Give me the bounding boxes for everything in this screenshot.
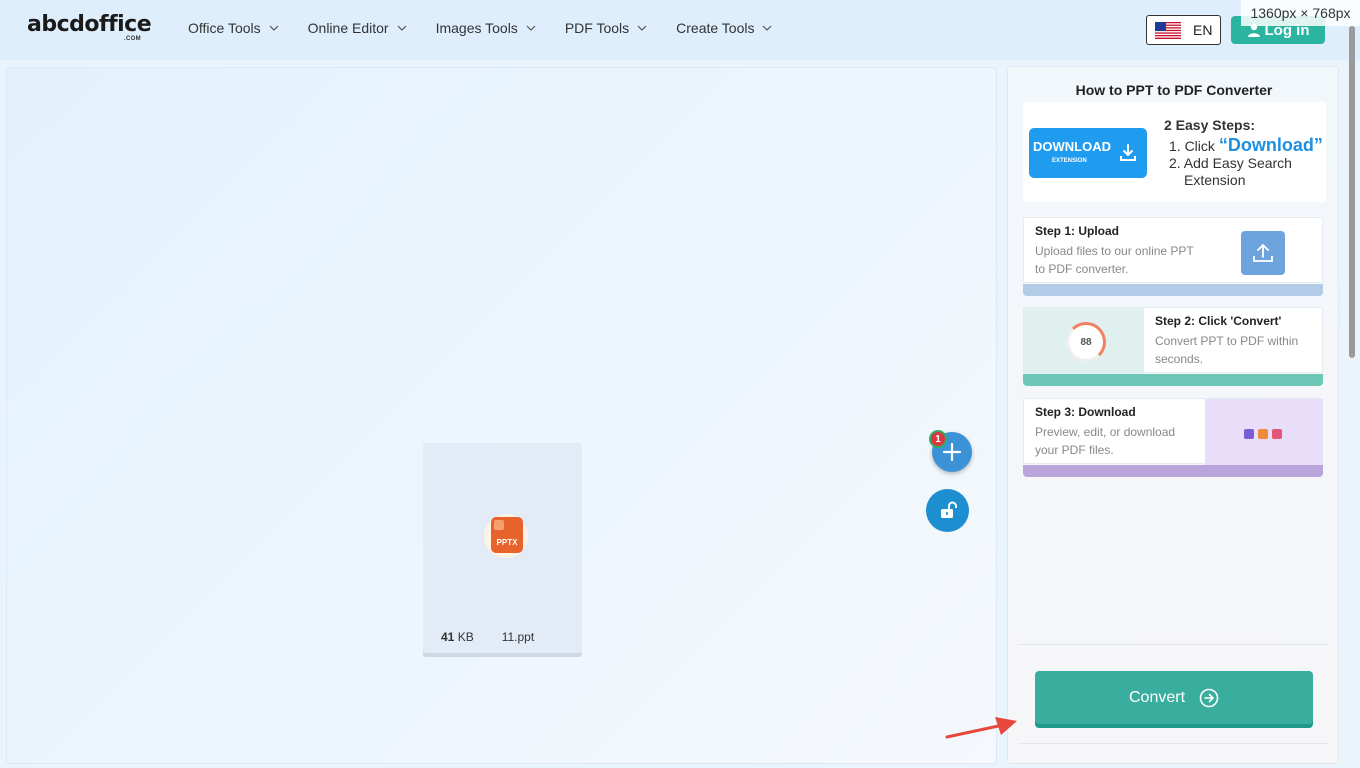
nav-label: Office Tools: [188, 20, 261, 36]
divider: [1018, 743, 1328, 744]
file-card[interactable]: PPTX 41 KB 11.ppt: [423, 443, 582, 653]
step-desc: Upload files to our online PPT to PDF co…: [1035, 244, 1194, 276]
viewport-size-readout: 1360px × 768px: [1241, 0, 1360, 26]
step-title: Step 2: Click 'Convert': [1155, 314, 1282, 328]
chevron-down-icon: [637, 25, 647, 31]
file-size: 41 KB: [441, 630, 474, 644]
chevron-down-icon: [763, 25, 772, 31]
promo-step-2-cont: Extension: [1184, 172, 1246, 188]
file-workspace: [6, 67, 997, 764]
convert-button[interactable]: Convert: [1035, 671, 1313, 724]
page-scrollbar[interactable]: [1346, 20, 1358, 768]
nav-label: Online Editor: [307, 20, 389, 36]
us-flag-icon: [1155, 21, 1181, 39]
promo-step-1: 1. Click “Download”: [1169, 135, 1323, 156]
divider: [1018, 644, 1328, 645]
file-count-badge: 1: [929, 430, 947, 448]
edit-tool-icon: [1258, 429, 1268, 439]
main-nav: Office Tools Online Editor Images Tools …: [188, 20, 801, 36]
nav-online-editor[interactable]: Online Editor: [308, 20, 407, 36]
plus-icon: [942, 442, 962, 462]
chevron-down-icon: [526, 25, 536, 31]
step-card-download: Step 3: Download Preview, edit, or downl…: [1023, 398, 1323, 483]
card-shadow: [1023, 374, 1323, 386]
password-unlock-button[interactable]: [926, 489, 969, 532]
step-title: Step 1: Upload: [1035, 224, 1120, 238]
step-title: Step 3: Download: [1035, 405, 1136, 419]
convert-label: Convert: [1128, 688, 1186, 706]
nav-pdf-tools[interactable]: PDF Tools: [565, 20, 647, 36]
step-card-convert: 88 Step 2: Click 'Convert' Convert PPT t…: [1023, 307, 1323, 392]
step-desc: Preview, edit, or download your PDF file…: [1035, 425, 1176, 457]
extension-label: EXTENSION: [1052, 158, 1087, 164]
step-card-upload: Step 1: Upload Upload files to our onlin…: [1023, 217, 1323, 302]
instructions-panel: How to PPT to PDF Converter DOWNLOAD EXT…: [1007, 66, 1339, 764]
card-shadow: [1023, 465, 1323, 477]
promo-step-1-prefix: 1. Click: [1169, 138, 1215, 154]
promo-download-word: “Download”: [1218, 135, 1323, 155]
panel-title: How to PPT to PDF Converter: [1075, 82, 1273, 98]
easy-steps-heading: 2 Easy Steps:: [1164, 117, 1256, 133]
nav-label: Create Tools: [676, 20, 755, 36]
language-code: EN: [1193, 22, 1213, 38]
nav-create-tools[interactable]: Create Tools: [676, 20, 772, 36]
text-tool-icon: [1244, 429, 1254, 439]
file-size-unit: KB: [457, 630, 474, 644]
file-size-value: 41: [441, 630, 455, 644]
scrollbar-thumb[interactable]: [1349, 26, 1355, 358]
download-label: DOWNLOAD: [1033, 139, 1111, 154]
unlock-icon: [940, 501, 957, 518]
arrow-right-circle-icon: [1199, 688, 1219, 707]
image-tool-icon: [1272, 429, 1282, 439]
progress-value: 88: [1080, 336, 1092, 348]
extension-promo: DOWNLOAD EXTENSION 2 Easy Steps: 1. Clic…: [1023, 102, 1326, 202]
progress-ring: 88: [1066, 322, 1106, 362]
convert-illustration: 88: [1024, 308, 1144, 374]
pointer-arrow-icon: [945, 717, 1017, 739]
file-meta: 41 KB 11.ppt: [441, 630, 534, 644]
chevron-down-icon: [397, 25, 407, 31]
site-logo[interactable]: abcdoffice: [27, 14, 152, 36]
nav-images-tools[interactable]: Images Tools: [436, 20, 536, 36]
chevron-down-icon: [269, 25, 279, 31]
download-extension-button[interactable]: DOWNLOAD EXTENSION: [1029, 128, 1147, 178]
nav-label: Images Tools: [435, 20, 518, 36]
card-shadow: [1023, 284, 1323, 296]
language-selector[interactable]: EN: [1146, 15, 1221, 45]
pptx-file-icon: PPTX: [491, 517, 523, 553]
upload-icon: [1241, 231, 1285, 275]
file-name: 11.ppt: [501, 630, 535, 644]
top-header: abcdoffice .COM Office Tools Online Edit…: [0, 0, 1360, 60]
download-icon: [1120, 144, 1136, 161]
site-logo-suffix: .COM: [124, 36, 141, 42]
file-type-label: PPTX: [496, 538, 518, 547]
nav-label: PDF Tools: [564, 20, 630, 36]
promo-step-2: 2. Add Easy Search: [1169, 155, 1292, 171]
step-desc: Convert PPT to PDF within seconds.: [1155, 334, 1299, 366]
download-illustration: [1205, 399, 1323, 465]
nav-office-tools[interactable]: Office Tools: [188, 20, 279, 36]
